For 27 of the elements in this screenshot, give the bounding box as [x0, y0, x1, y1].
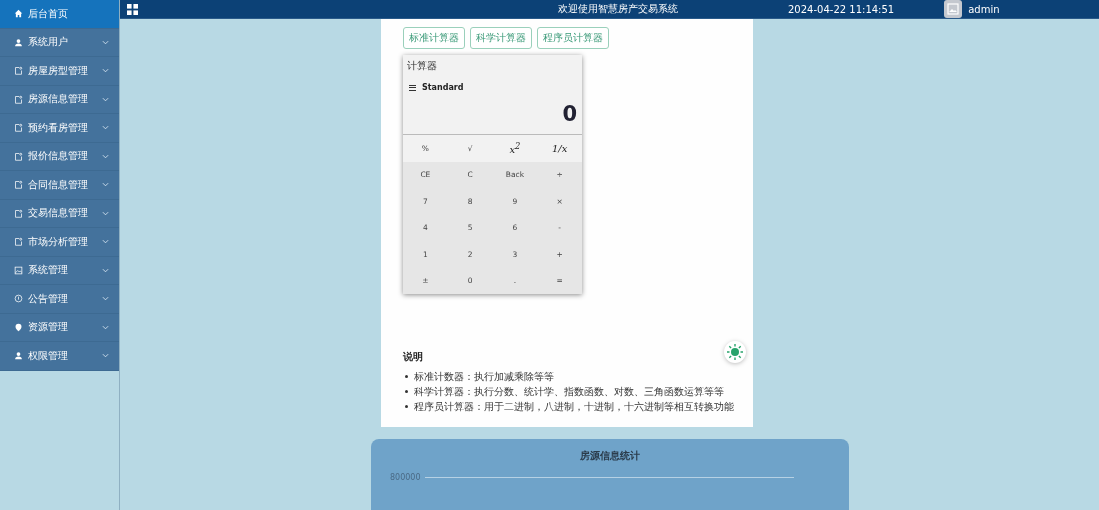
sidebar-item[interactable]: 后台首页	[0, 0, 119, 29]
calculator-tab[interactable]: 程序员计算器	[537, 27, 609, 49]
user-name[interactable]: admin	[968, 3, 1000, 15]
sidebar-item[interactable]: 资源管理	[0, 313, 119, 342]
sidebar-item[interactable]: 报价信息管理	[0, 142, 119, 171]
mode-label: Standard	[422, 83, 464, 92]
sidebar-item[interactable]: 合同信息管理	[0, 171, 119, 200]
note-text: 标准计数器：执行加减乘除等等	[414, 369, 554, 384]
axis-label: 800000	[390, 473, 421, 482]
note-text: 程序员计算器：用于二进制，八进制，十进制，十六进制等相互转换功能	[414, 399, 734, 414]
calculator-tab[interactable]: 标准计算器	[403, 27, 465, 49]
system-title: 欢迎使用智慧房产交易系统	[558, 2, 679, 16]
sidebar-item[interactable]: 系统用户	[0, 28, 119, 57]
sidebar-item[interactable]: 公告管理	[0, 285, 119, 314]
date-time: 2024-04-22 11:14:51	[788, 3, 895, 15]
sidebar-item[interactable]: 系统管理	[0, 256, 119, 285]
sidebar-item[interactable]: 房屋房型管理	[0, 57, 119, 86]
calculator-tab[interactable]: 科学计算器	[470, 27, 532, 49]
sidebar-item[interactable]: 权限管理	[0, 342, 119, 371]
note-text: 科学计算器：执行分数、统计学、指数函数、对数、三角函数运算等等	[414, 384, 724, 399]
sidebar-item[interactable]: 交易信息管理	[0, 199, 119, 228]
sidebar-item[interactable]: 市场分析管理	[0, 228, 119, 257]
notes-heading: 说明	[403, 350, 424, 364]
sidebar-item[interactable]: 房源信息管理	[0, 85, 119, 114]
sidebar-item[interactable]: 预约看房管理	[0, 114, 119, 143]
chart-title: 房源信息统计	[579, 449, 641, 463]
calculator-title: 计算器	[406, 59, 438, 73]
